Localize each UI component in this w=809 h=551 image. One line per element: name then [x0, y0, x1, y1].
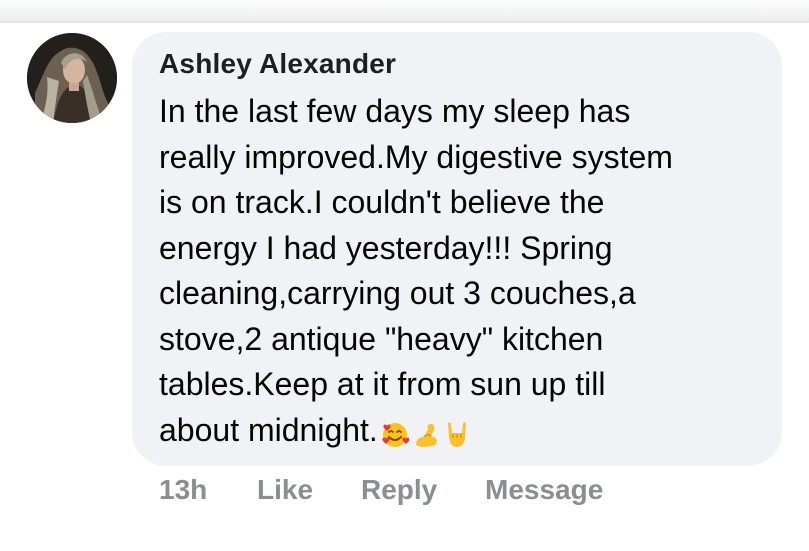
- comment-line: really improved.My digestive system: [159, 138, 673, 175]
- top-divider: [0, 0, 809, 23]
- comment-thread: Ashley Alexander In the last few days my…: [0, 0, 809, 551]
- comment-last-line: about midnight.: [159, 408, 769, 457]
- flexed-biceps-icon: [415, 424, 437, 447]
- comment-text: In the last few days my sleep has really…: [159, 89, 769, 456]
- comment-line: about midnight.: [159, 411, 378, 448]
- avatar-photo: [27, 33, 117, 123]
- author-name[interactable]: Ashley Alexander: [159, 48, 396, 80]
- message-button[interactable]: Message: [485, 474, 603, 506]
- emoji-group: [381, 411, 474, 457]
- sign-of-the-horns-icon: [447, 422, 466, 448]
- comment-line: tables.Keep at it from sun up till: [159, 366, 606, 402]
- avatar[interactable]: [27, 33, 117, 123]
- like-button[interactable]: Like: [257, 474, 313, 506]
- reply-button[interactable]: Reply: [361, 474, 437, 506]
- smiling-face-with-hearts-icon: [382, 423, 409, 448]
- comment-line: energy I had yesterday!!! Spring: [159, 229, 613, 266]
- timestamp[interactable]: 13h: [159, 474, 207, 506]
- comment-line: stove,2 antique "heavy" kitchen: [159, 320, 604, 357]
- comment-line: cleaning,carrying out 3 couches,a: [159, 275, 636, 311]
- comment-line: In the last few days my sleep has: [159, 93, 631, 129]
- comment-line: is on track.I couldn't believe the: [159, 184, 605, 220]
